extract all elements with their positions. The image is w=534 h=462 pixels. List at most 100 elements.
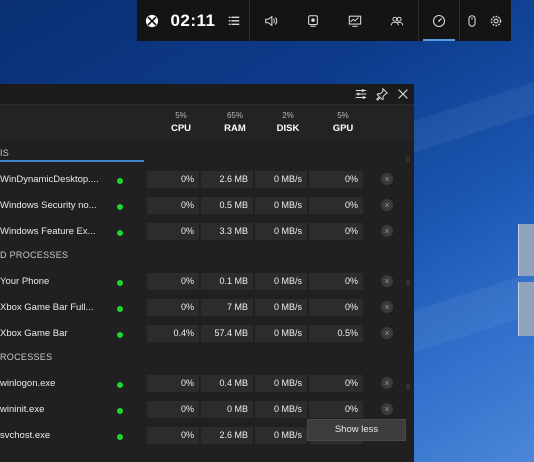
ram-value: 0.4 MB — [201, 375, 253, 392]
capture-button[interactable] — [292, 0, 334, 41]
widget-title-bar — [0, 84, 414, 105]
process-row[interactable]: winlogon.exe 0% 0.4 MB 0 MB/s 0% × — [0, 372, 400, 398]
cpu-value: 0.4% — [147, 325, 199, 342]
gpu-value: 0% — [309, 299, 363, 316]
settings-icon — [490, 15, 502, 26]
capture-icon — [308, 14, 318, 27]
ram-value: 2.6 MB — [201, 171, 253, 188]
status-dot — [117, 408, 123, 414]
process-name: Xbox Game Bar Full... — [0, 302, 94, 313]
scrollbar[interactable] — [406, 156, 410, 162]
process-name: Windows Security no... — [0, 200, 97, 211]
gpu-total: 5% — [337, 111, 349, 120]
resources-icon — [432, 14, 446, 27]
gpu-value: 0.5% — [309, 325, 363, 342]
ram-value: 2.6 MB — [201, 427, 253, 444]
disk-value: 0 MB/s — [255, 401, 307, 418]
cpu-value: 0% — [147, 401, 199, 418]
cpu-value: 0% — [147, 273, 199, 290]
process-name: Your Phone — [0, 276, 50, 287]
pin-icon[interactable] — [375, 87, 389, 101]
active-tab-indicator — [0, 160, 144, 162]
social-icon — [390, 16, 404, 25]
end-task-button[interactable]: × — [381, 327, 393, 339]
process-name: svchost.exe — [0, 430, 51, 441]
cpu-label: CPU — [170, 123, 192, 134]
status-dot — [117, 434, 123, 440]
disk-value: 0 MB/s — [255, 197, 307, 214]
options-sliders-icon[interactable] — [354, 87, 368, 101]
widget-menu-icon — [228, 16, 240, 25]
end-task-button[interactable]: × — [381, 225, 393, 237]
disk-value: 0 MB/s — [255, 171, 307, 188]
process-name: Xbox Game Bar — [0, 328, 68, 339]
scrollbar[interactable] — [406, 280, 410, 286]
process-name: wininit.exe — [0, 404, 45, 415]
close-icon[interactable] — [396, 87, 410, 101]
column-header: 5% CPU 65% RAM 2% DISK 5% GPU — [0, 105, 414, 162]
ram-value: 57.4 MB — [201, 325, 253, 342]
section-header: ROCESSES — [0, 352, 53, 362]
resources-button[interactable] — [419, 0, 459, 41]
clock-time: 02:11 — [170, 10, 216, 30]
ram-value: 7 MB — [201, 299, 253, 316]
widget-menu-button[interactable] — [219, 0, 249, 41]
audio-button[interactable] — [250, 0, 292, 41]
cpu-value: 0% — [147, 197, 199, 214]
process-row[interactable]: Your Phone 0% 0.1 MB 0 MB/s 0% × — [0, 270, 400, 296]
show-less-button[interactable]: Show less — [307, 419, 406, 441]
process-row[interactable]: Xbox Game Bar 0.4% 57.4 MB 0 MB/s 0.5% × — [0, 322, 400, 348]
status-dot — [117, 332, 123, 338]
resources-widget: 5% CPU 65% RAM 2% DISK 5% GPU IS WinDyna… — [0, 84, 414, 462]
section-header: IS — [0, 148, 10, 158]
end-task-button[interactable]: × — [381, 301, 393, 313]
xbox-icon — [145, 14, 159, 27]
ram-label: RAM — [224, 123, 246, 134]
ram-total: 65% — [226, 111, 243, 120]
process-row[interactable]: Windows Security no... 0% 0.5 MB 0 MB/s … — [0, 194, 400, 220]
end-task-button[interactable]: × — [381, 403, 393, 415]
performance-button[interactable] — [334, 0, 376, 41]
disk-value: 0 MB/s — [255, 223, 307, 240]
background-window-tile — [518, 282, 534, 336]
mouse-button[interactable] — [460, 0, 484, 41]
disk-value: 0 MB/s — [255, 427, 307, 444]
xbox-button[interactable] — [137, 0, 167, 41]
process-row[interactable]: Xbox Game Bar Full... 0% 7 MB 0 MB/s 0% … — [0, 296, 400, 322]
cpu-value: 0% — [147, 375, 199, 392]
process-row[interactable]: WinDynamicDesktop.... 0% 2.6 MB 0 MB/s 0… — [0, 168, 400, 194]
gpu-value: 0% — [309, 197, 363, 214]
gpu-value: 0% — [309, 401, 363, 418]
process-name: WinDynamicDesktop.... — [0, 174, 99, 185]
social-button[interactable] — [376, 0, 418, 41]
process-row[interactable]: Windows Feature Ex... 0% 3.3 MB 0 MB/s 0… — [0, 220, 400, 246]
gpu-value: 0% — [309, 171, 363, 188]
disk-label: DISK — [276, 123, 300, 134]
clock: 02:11 — [167, 0, 219, 41]
ram-value: 0.1 MB — [201, 273, 253, 290]
gpu-value: 0% — [309, 375, 363, 392]
settings-button[interactable] — [484, 0, 508, 41]
end-task-button[interactable]: × — [381, 173, 393, 185]
scrollbar[interactable] — [406, 384, 410, 390]
status-dot — [117, 280, 123, 286]
disk-value: 0 MB/s — [255, 325, 307, 342]
gpu-label: GPU — [332, 123, 354, 134]
status-dot — [117, 306, 123, 312]
game-bar: 02:11 — [137, 0, 511, 41]
background-window-tile — [518, 224, 534, 276]
section-header: D PROCESSES — [0, 250, 69, 260]
disk-value: 0 MB/s — [255, 299, 307, 316]
end-task-button[interactable]: × — [381, 377, 393, 389]
process-name: Windows Feature Ex... — [0, 226, 96, 237]
gpu-value: 0% — [309, 223, 363, 240]
audio-icon — [265, 15, 278, 26]
disk-value: 0 MB/s — [255, 273, 307, 290]
ram-value: 0 MB — [201, 401, 253, 418]
end-task-button[interactable]: × — [381, 199, 393, 211]
cpu-value: 0% — [147, 427, 199, 444]
status-dot — [117, 230, 123, 236]
cpu-value: 0% — [147, 299, 199, 316]
end-task-button[interactable]: × — [381, 275, 393, 287]
mouse-icon — [468, 14, 476, 27]
